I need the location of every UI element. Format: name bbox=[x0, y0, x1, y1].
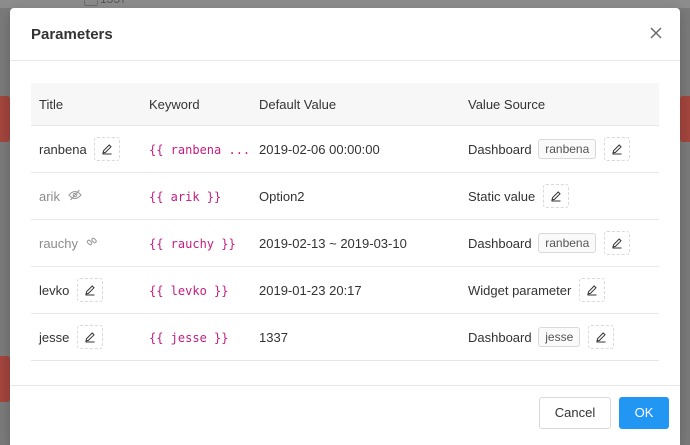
edit-source-button[interactable] bbox=[603, 231, 630, 255]
param-default-value: 2019-02-06 00:00:00 bbox=[259, 141, 380, 157]
close-icon[interactable] bbox=[648, 25, 664, 41]
table-row: arik {{ arik }} Option2 Static value bbox=[31, 172, 659, 220]
table-row: ranbena {{ ranbena ... 2019-02-06 00:00:… bbox=[31, 125, 659, 173]
modal-footer: Cancel OK bbox=[10, 385, 680, 445]
edit-icon bbox=[85, 285, 95, 296]
modal-header: Parameters bbox=[10, 8, 680, 61]
param-title: rauchy bbox=[39, 236, 79, 252]
ok-button[interactable]: OK bbox=[619, 397, 669, 429]
param-source: Dashboard bbox=[468, 235, 532, 251]
edit-icon bbox=[85, 332, 95, 343]
edit-title-button[interactable] bbox=[76, 278, 103, 302]
table-row: jesse {{ jesse }} 1337 Dashboard jesse bbox=[31, 313, 659, 361]
header-value-source: Value Source bbox=[460, 83, 659, 126]
param-title: levko bbox=[39, 282, 70, 298]
background-topbar: 1337 bbox=[0, 0, 690, 8]
param-keyword: {{ jesse }} bbox=[149, 330, 229, 345]
edit-icon bbox=[596, 332, 606, 343]
param-default-value: 2019-02-13 ~ 2019-03-10 bbox=[259, 235, 407, 251]
edit-icon bbox=[612, 238, 622, 249]
cancel-button[interactable]: Cancel bbox=[539, 397, 611, 429]
modal-title: Parameters bbox=[31, 26, 113, 43]
source-tag: jesse bbox=[538, 327, 581, 347]
param-title: ranbena bbox=[39, 141, 87, 157]
table-row: levko {{ levko }} 2019-01-23 20:17 Widge… bbox=[31, 266, 659, 314]
edit-title-button[interactable] bbox=[94, 137, 121, 161]
table-row: rauchy {{ rauchy }} 2019-02-13 ~ 2019-03… bbox=[31, 219, 659, 267]
edit-icon bbox=[551, 191, 561, 202]
edit-icon bbox=[612, 144, 622, 155]
header-default-value: Default Value bbox=[251, 83, 460, 126]
parameters-table: Title Keyword Default Value Value Source… bbox=[31, 83, 659, 361]
param-default-value: 2019-01-23 20:17 bbox=[259, 282, 362, 298]
edit-source-button[interactable] bbox=[603, 137, 630, 161]
param-source: Widget parameter bbox=[468, 282, 572, 298]
background-button-fragment bbox=[680, 96, 690, 142]
table-header-row: Title Keyword Default Value Value Source bbox=[31, 83, 659, 126]
param-source: Static value bbox=[468, 188, 536, 204]
edit-icon bbox=[587, 285, 597, 296]
background-button-fragment bbox=[0, 356, 10, 402]
source-tag: ranbena bbox=[538, 233, 597, 253]
source-tag: ranbena bbox=[538, 139, 597, 159]
background-button-fragment bbox=[0, 96, 10, 142]
param-title: jesse bbox=[39, 329, 70, 345]
param-source: Dashboard bbox=[468, 141, 532, 157]
header-keyword: Keyword bbox=[141, 83, 251, 126]
edit-source-button[interactable] bbox=[542, 184, 569, 208]
param-source: Dashboard bbox=[468, 329, 532, 345]
background-fragment-text: 1337 bbox=[100, 0, 127, 6]
link-icon bbox=[86, 236, 98, 251]
param-keyword: {{ rauchy }} bbox=[149, 236, 236, 251]
edit-icon bbox=[102, 144, 113, 155]
param-keyword: {{ levko }} bbox=[149, 283, 229, 298]
parameters-modal: Parameters Title Keyword Default Value V… bbox=[10, 8, 680, 445]
param-default-value: 1337 bbox=[259, 329, 288, 345]
param-keyword: {{ arik }} bbox=[149, 189, 222, 204]
background-checkbox bbox=[84, 0, 98, 6]
edit-title-button[interactable] bbox=[76, 325, 103, 349]
header-title: Title bbox=[31, 83, 141, 126]
edit-source-button[interactable] bbox=[578, 278, 605, 302]
eye-slash-icon bbox=[67, 189, 82, 204]
param-keyword: {{ ranbena ... bbox=[149, 142, 251, 157]
param-default-value: Option2 bbox=[259, 188, 305, 204]
edit-source-button[interactable] bbox=[587, 325, 614, 349]
param-title: arik bbox=[39, 189, 60, 205]
